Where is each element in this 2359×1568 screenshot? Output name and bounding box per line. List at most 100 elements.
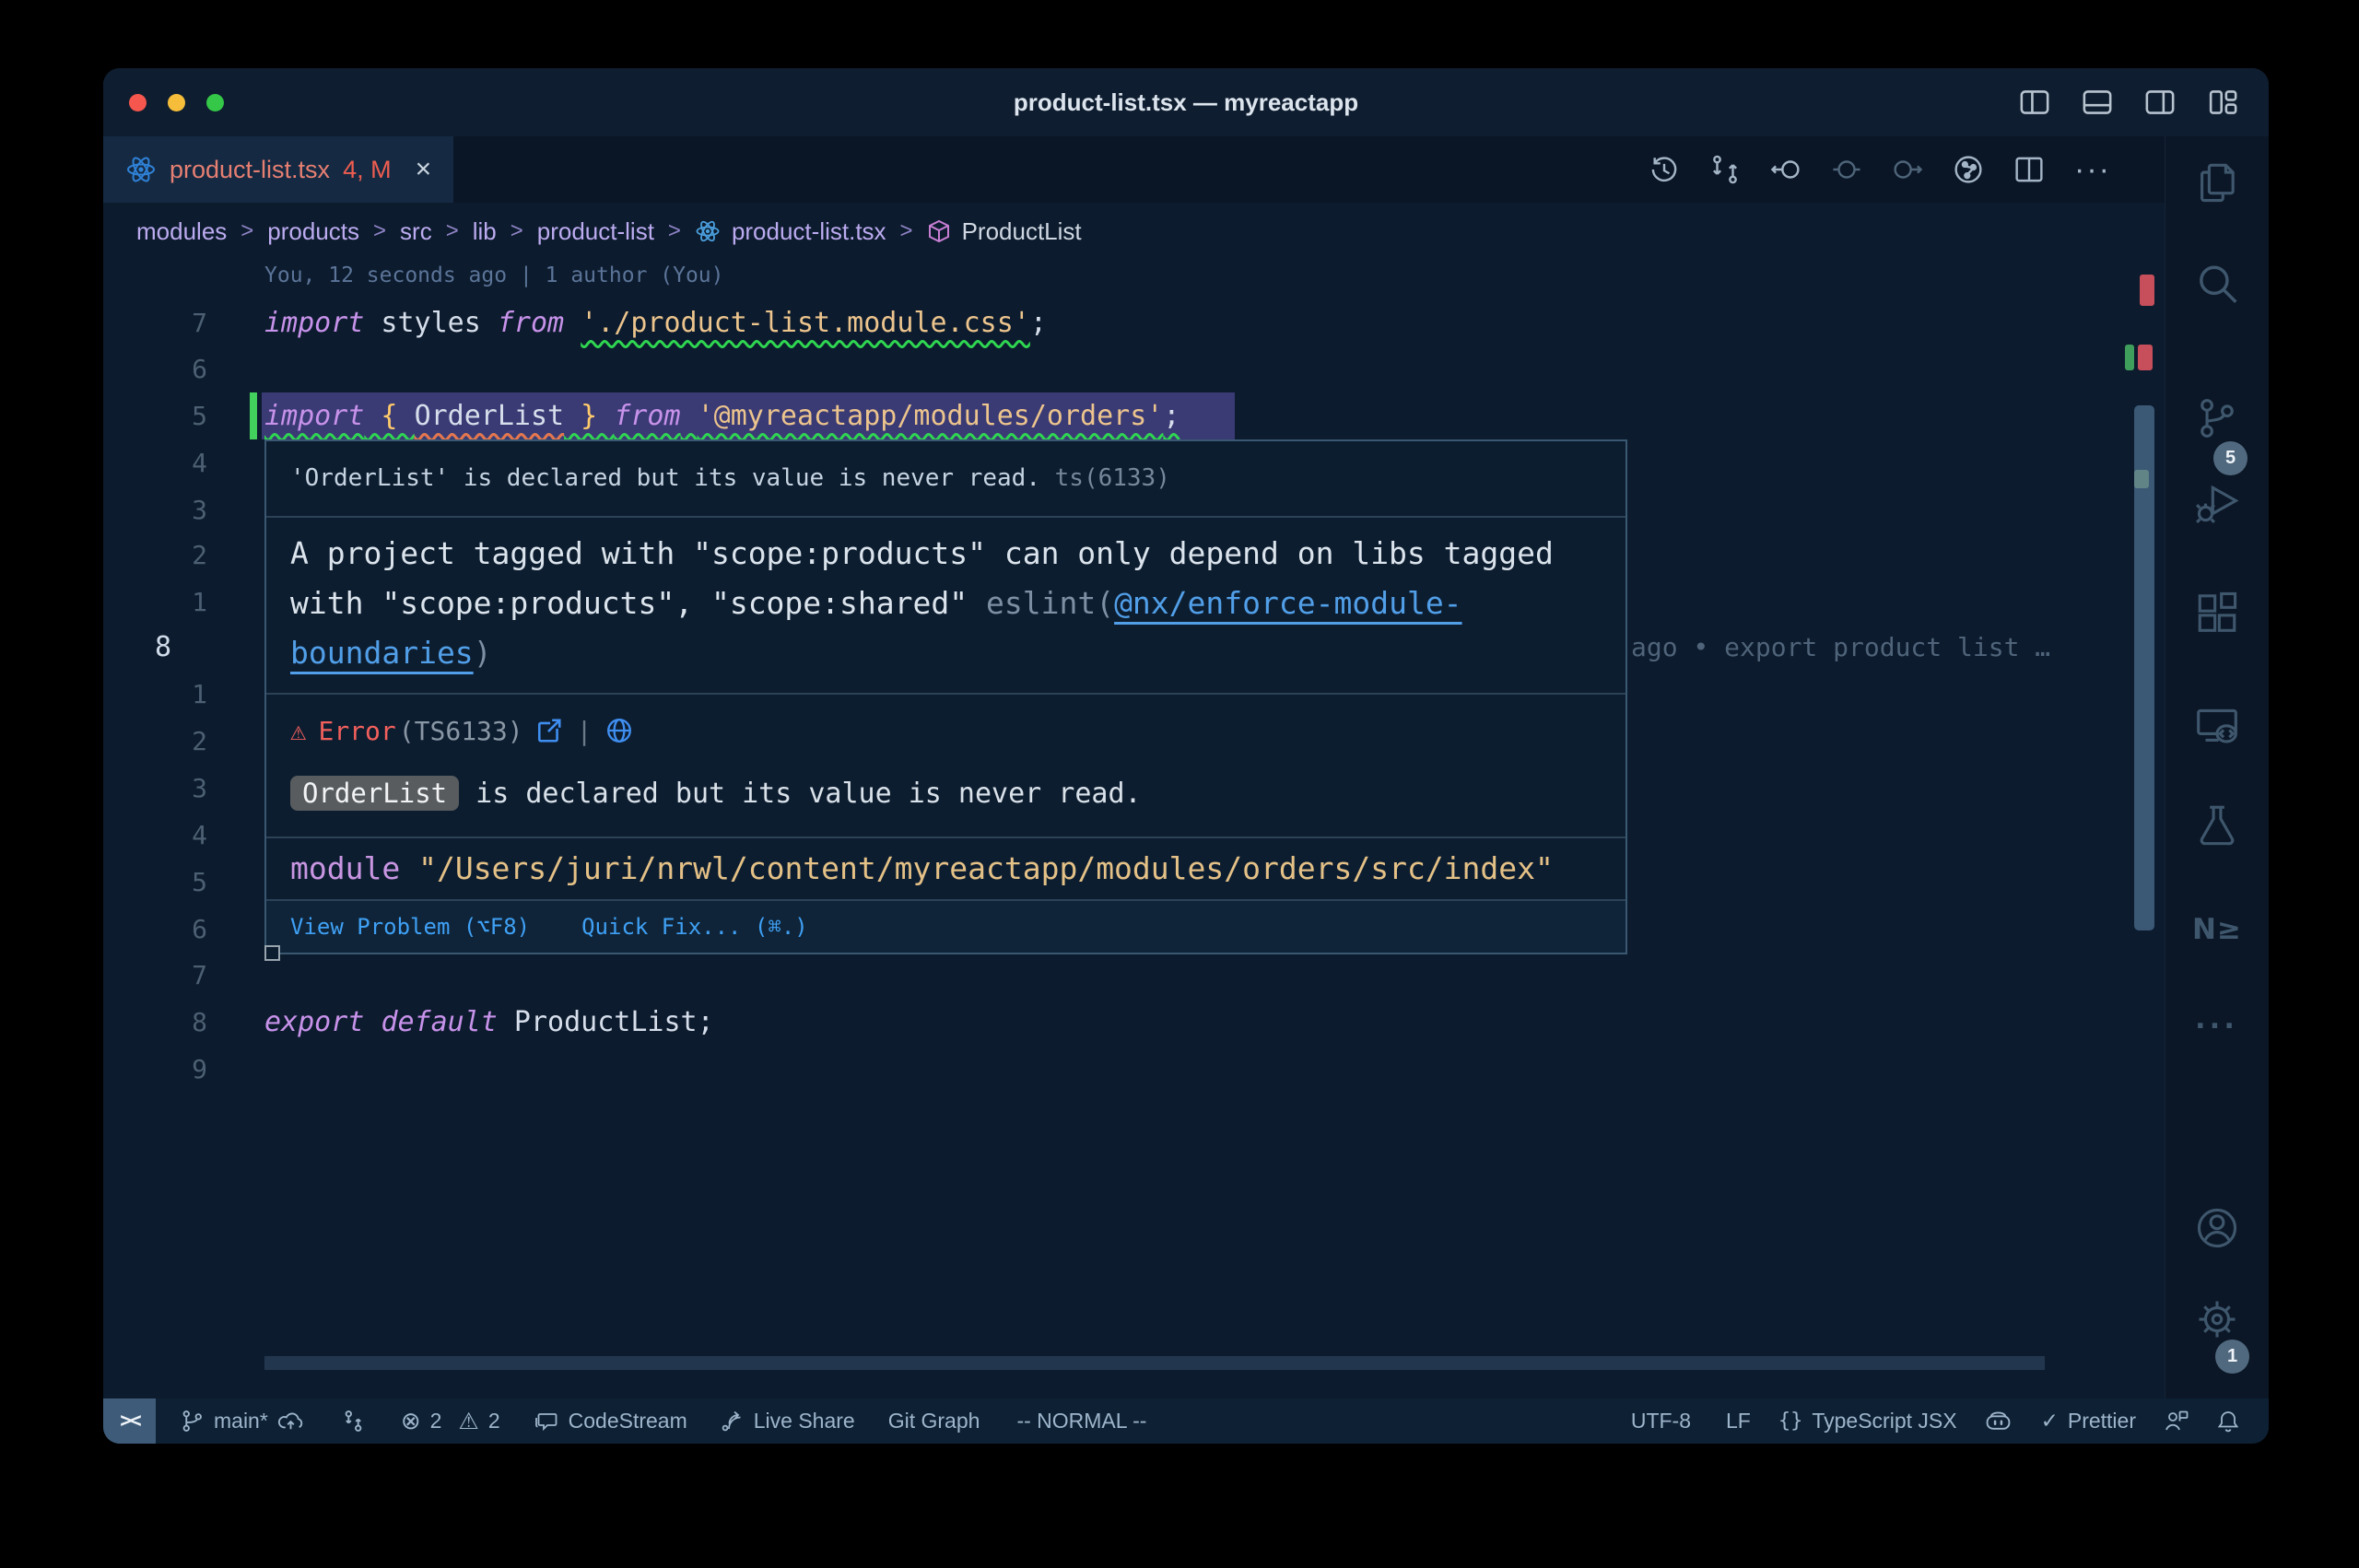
code-line-export-default[interactable]: export default ProductList;	[264, 999, 714, 1046]
overview-ruler-added-mark	[2125, 345, 2134, 370]
tab-close-icon[interactable]: ×	[416, 156, 432, 183]
next-change-icon[interactable]	[1892, 154, 1923, 185]
breadcrumb-src[interactable]: src	[400, 217, 432, 246]
customize-layout-icon[interactable]	[2206, 86, 2239, 119]
errors-icon: ⊗	[401, 1407, 421, 1435]
codelens-blame[interactable]: You, 12 seconds ago | 1 author (You)	[264, 263, 724, 287]
breadcrumb-modules[interactable]: modules	[136, 217, 227, 246]
line-number: 3	[103, 486, 207, 533]
account-icon[interactable]	[2194, 1205, 2240, 1251]
breadcrumb-product-list[interactable]: product-list	[537, 217, 654, 246]
remote-explorer-icon[interactable]	[2194, 702, 2240, 748]
breadcrumb-file[interactable]: product-list.tsx	[695, 217, 886, 246]
overview-ruler-info-mark	[2134, 470, 2149, 488]
encoding-item[interactable]: UTF-8	[1631, 1409, 1691, 1433]
settings-gear-icon[interactable]	[2194, 1296, 2240, 1342]
overview-ruler-error-mark	[2138, 345, 2153, 370]
code-line-import-orderlist[interactable]: import { OrderList } from '@myreactapp/m…	[264, 392, 1180, 439]
line-number: 5	[103, 859, 207, 906]
horizontal-scrollbar-slider[interactable]	[264, 1356, 2045, 1370]
vscode-window: product-list.tsx — myreactapp	[103, 68, 2269, 1444]
toggle-panel-right-icon[interactable]	[2143, 86, 2177, 119]
line-number: 4	[103, 812, 207, 859]
external-link-icon[interactable]	[535, 717, 563, 744]
globe-icon[interactable]	[605, 717, 633, 744]
view-problem-action[interactable]: View Problem (⌥F8)	[290, 914, 530, 940]
eslint-rule-link[interactable]: boundaries	[290, 635, 474, 671]
vim-mode-indicator: -- NORMAL --	[1016, 1409, 1146, 1433]
run-debug-icon[interactable]	[2194, 479, 2240, 525]
compare-changes-item[interactable]	[341, 1409, 366, 1433]
eslint-rule-link[interactable]: @nx/enforce-module-	[1114, 585, 1462, 621]
previous-change-icon[interactable]	[1770, 154, 1802, 185]
additional-views-icon[interactable]: ···	[2196, 1007, 2239, 1047]
react-file-icon	[695, 218, 721, 244]
prettier-item[interactable]: ✓ Prettier	[2041, 1409, 2136, 1433]
breadcrumb-symbol[interactable]: ProductList	[927, 217, 1082, 246]
explorer-icon[interactable]	[2194, 159, 2240, 205]
codestream-item[interactable]: CodeStream	[534, 1409, 687, 1434]
split-editor-icon[interactable]	[2013, 154, 2045, 185]
check-icon: ✓	[2041, 1409, 2059, 1433]
live-share-icon	[719, 1409, 745, 1434]
error-detail-row: OrderList is declared but its value is n…	[290, 776, 1602, 811]
line-number: 4	[103, 439, 207, 486]
comment-bubble-icon	[534, 1409, 559, 1434]
toggle-panel-bottom-icon[interactable]	[2081, 86, 2114, 119]
toggle-panel-left-icon[interactable]	[2018, 86, 2051, 119]
timeline-history-icon[interactable]	[1649, 154, 1680, 185]
current-line-number: 8	[155, 624, 171, 671]
diagnostic-hover-popup: 'OrderList' is declared but its value is…	[264, 439, 1627, 954]
braces-icon: {}	[1778, 1410, 1803, 1433]
git-branch-item[interactable]: main*	[180, 1408, 304, 1434]
extensions-icon[interactable]	[2194, 589, 2240, 635]
git-graph-item[interactable]: Git Graph	[888, 1409, 980, 1433]
symbol-cube-icon	[927, 219, 951, 243]
breadcrumb-products[interactable]: products	[267, 217, 359, 246]
line-number: 7	[103, 952, 207, 999]
diagnostic-message: 'OrderList' is declared but its value is…	[266, 441, 1625, 516]
gutter-added-indicator	[250, 392, 257, 439]
error-triangle-icon: ⚠	[290, 715, 306, 746]
testing-beaker-icon[interactable]	[2194, 802, 2240, 848]
language-mode-item[interactable]: {} TypeScript JSX	[1778, 1409, 1957, 1433]
nx-console-icon[interactable]: N≥	[2192, 913, 2242, 946]
git-branch-icon	[180, 1409, 205, 1433]
line-number: 1	[103, 671, 207, 718]
line-number: 5	[103, 392, 207, 439]
open-changes-icon[interactable]	[1709, 154, 1741, 185]
tab-product-list[interactable]: product-list.tsx 4, M ×	[103, 136, 453, 203]
more-actions-icon[interactable]: ···	[2074, 165, 2111, 174]
line-number: 1	[103, 579, 207, 626]
status-bar: >< main* ⊗ 2 ⚠ 2 CodeStream	[103, 1398, 2269, 1444]
search-icon[interactable]	[2194, 262, 2240, 308]
activity-bar: 5 N≥ ··· 1	[2165, 136, 2269, 1398]
feedback-item[interactable]	[2164, 1409, 2189, 1434]
source-control-icon[interactable]	[2194, 395, 2240, 441]
line-number: 7	[103, 299, 207, 346]
eslint-diagnostic-message: A project tagged with "scope:products" c…	[266, 518, 1625, 693]
code-line-import-styles[interactable]: import styles from './product-list.modul…	[264, 299, 1047, 346]
run-graph-icon[interactable]	[1953, 154, 1984, 185]
tab-bar: product-list.tsx 4, M ×	[103, 136, 2165, 203]
breadcrumb: modules > products > src > lib > product…	[103, 203, 2165, 260]
popup-resize-handle[interactable]	[264, 945, 280, 961]
notifications-bell-icon[interactable]	[2215, 1409, 2241, 1434]
line-number: 9	[103, 1046, 207, 1093]
tab-problem-badge: 4, M	[343, 156, 392, 184]
hover-actions-bar: View Problem (⌥F8) Quick Fix... (⌘.)	[266, 899, 1625, 953]
remote-indicator[interactable]: ><	[103, 1398, 156, 1444]
module-path-row: module "/Users/juri/nrwl/content/myreact…	[266, 838, 1625, 899]
line-number: 3	[103, 765, 207, 812]
current-change-icon[interactable]	[1831, 154, 1862, 185]
eol-item[interactable]: LF	[1726, 1409, 1751, 1433]
quick-fix-action[interactable]: Quick Fix... (⌘.)	[581, 914, 808, 940]
inline-blame-annotation: ago • export product list …	[1631, 624, 2050, 671]
live-share-item[interactable]: Live Share	[719, 1409, 855, 1434]
line-number: 2	[103, 718, 207, 765]
copilot-item[interactable]	[1985, 1408, 2012, 1434]
breadcrumb-lib[interactable]: lib	[473, 217, 497, 246]
code-editor[interactable]: You, 12 seconds ago | 1 author (You) 7 6…	[103, 260, 2165, 1398]
line-number: 6	[103, 906, 207, 953]
problems-item[interactable]: ⊗ 2 ⚠ 2	[401, 1407, 500, 1435]
